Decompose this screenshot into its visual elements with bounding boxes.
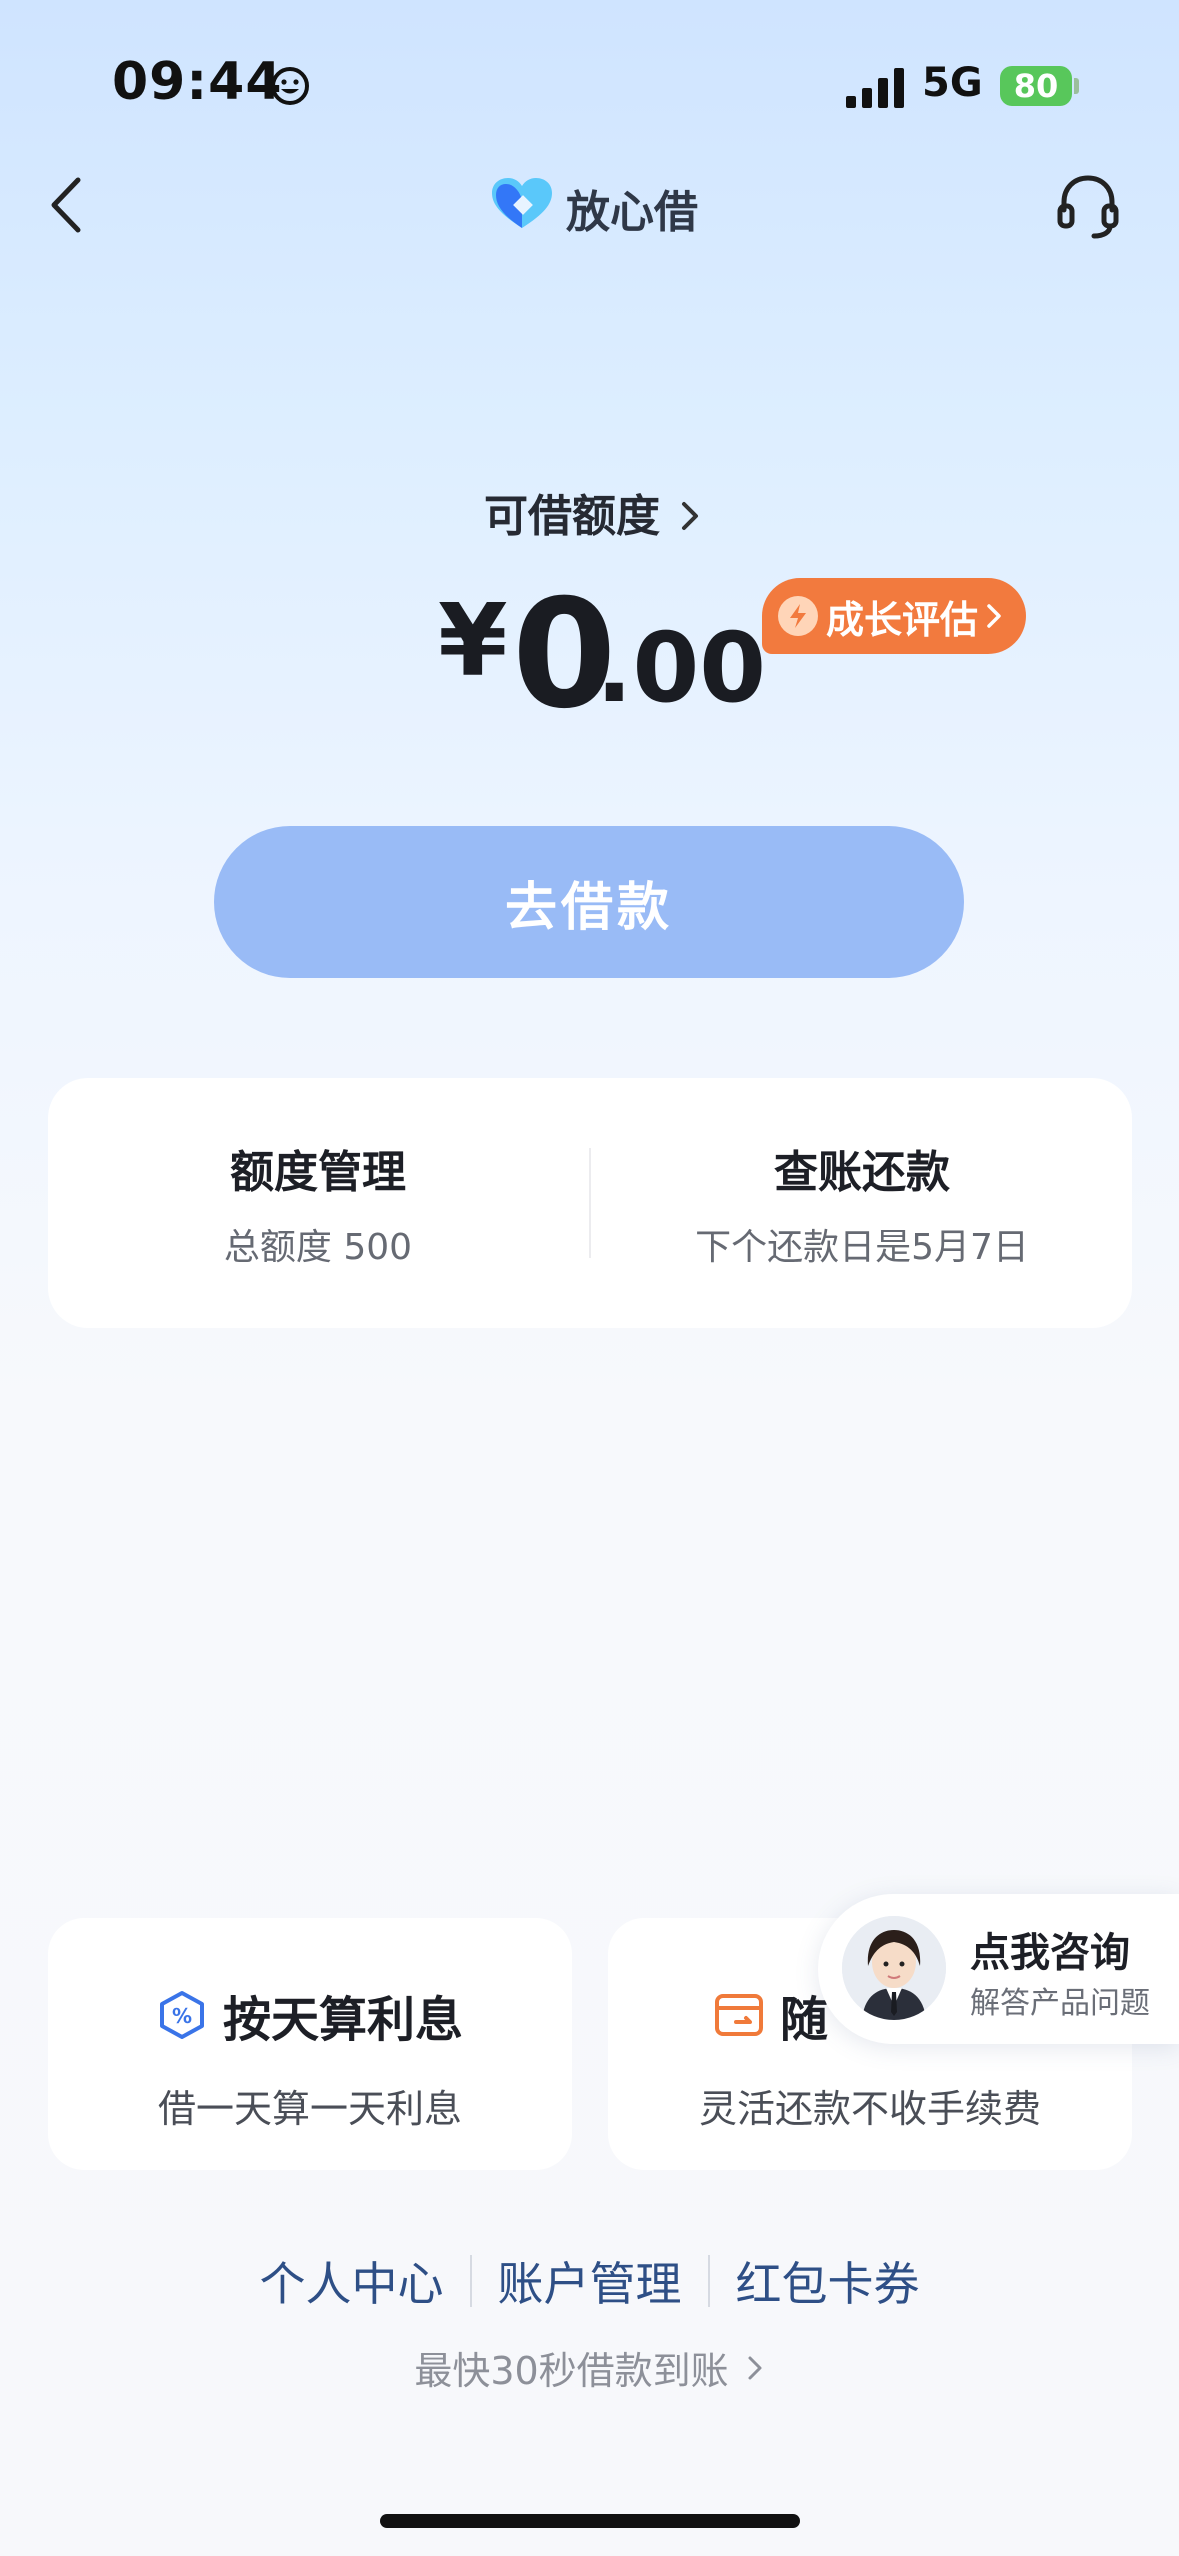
chevron-right-icon: [987, 604, 1001, 628]
quick-actions-card: 额度管理 总额度 500 查账还款 下个还款日是5月7日: [48, 1078, 1132, 1328]
percent-shield-icon: %: [159, 1991, 204, 2039]
feature-title: 按天算利息: [222, 1992, 463, 2048]
battery-tip: [1074, 78, 1079, 94]
back-button[interactable]: [40, 170, 96, 240]
growth-badge-label: 成长评估: [826, 597, 979, 642]
consult-title: 点我咨询: [970, 1930, 1130, 1976]
home-indicator[interactable]: [380, 2514, 800, 2528]
wallet-icon: [715, 1994, 763, 2036]
credit-limit-label[interactable]: 可借额度: [484, 480, 660, 544]
currency-symbol: ¥: [438, 582, 508, 699]
bottom-links: 个人中心 账户管理 红包卡券: [0, 2248, 1179, 2314]
link-coupons[interactable]: 红包卡券: [710, 2248, 946, 2314]
agent-avatar: [842, 1916, 946, 2020]
bill-repayment-item[interactable]: 查账还款 下个还款日是5月7日: [592, 1078, 1132, 1328]
quick-action-subtitle: 总额度 500: [223, 1227, 413, 1268]
quick-action-subtitle: 下个还款日是5月7日: [695, 1227, 1029, 1268]
growth-assessment-badge[interactable]: 成长评估: [762, 578, 1026, 654]
link-personal-center[interactable]: 个人中心: [234, 2248, 470, 2314]
divider: [589, 1148, 591, 1258]
feature-subtitle: 借一天算一天利息: [157, 2087, 462, 2131]
smiley-icon: [271, 67, 309, 105]
credit-management-item[interactable]: 额度管理 总额度 500: [48, 1078, 588, 1328]
chevron-right-icon[interactable]: [676, 496, 704, 536]
tagline-text: 最快30秒借款到账: [414, 2349, 729, 2393]
status-time: 09:44: [112, 52, 283, 112]
borrow-button[interactable]: 去借款: [214, 826, 964, 978]
quick-action-title: 查账还款: [774, 1147, 950, 1198]
battery-level: 80: [1013, 67, 1059, 105]
lightning-icon: [778, 596, 818, 636]
svg-text:%: %: [172, 2004, 192, 2028]
quick-action-title: 额度管理: [230, 1147, 406, 1198]
network-type: 5G: [922, 60, 983, 106]
customer-service-icon[interactable]: [1052, 170, 1124, 242]
battery-indicator: 80: [1000, 66, 1072, 106]
consult-floating-button[interactable]: 点我咨询 解答产品问题: [818, 1894, 1179, 2044]
app-title: 放心借: [566, 187, 698, 238]
app-logo-icon: [492, 178, 552, 228]
feature-subtitle: 灵活还款不收手续费: [698, 2087, 1041, 2131]
feature-card-daily-interest: % 按天算利息 借一天算一天利息: [48, 1918, 572, 2170]
tagline-link[interactable]: 最快30秒借款到账: [0, 2340, 1179, 2395]
consult-subtitle: 解答产品问题: [970, 1986, 1150, 2021]
signal-icon: [846, 68, 904, 108]
link-account-management[interactable]: 账户管理: [472, 2248, 708, 2314]
chevron-right-icon: [748, 2356, 762, 2379]
credit-amount-decimal: .00: [596, 612, 767, 724]
